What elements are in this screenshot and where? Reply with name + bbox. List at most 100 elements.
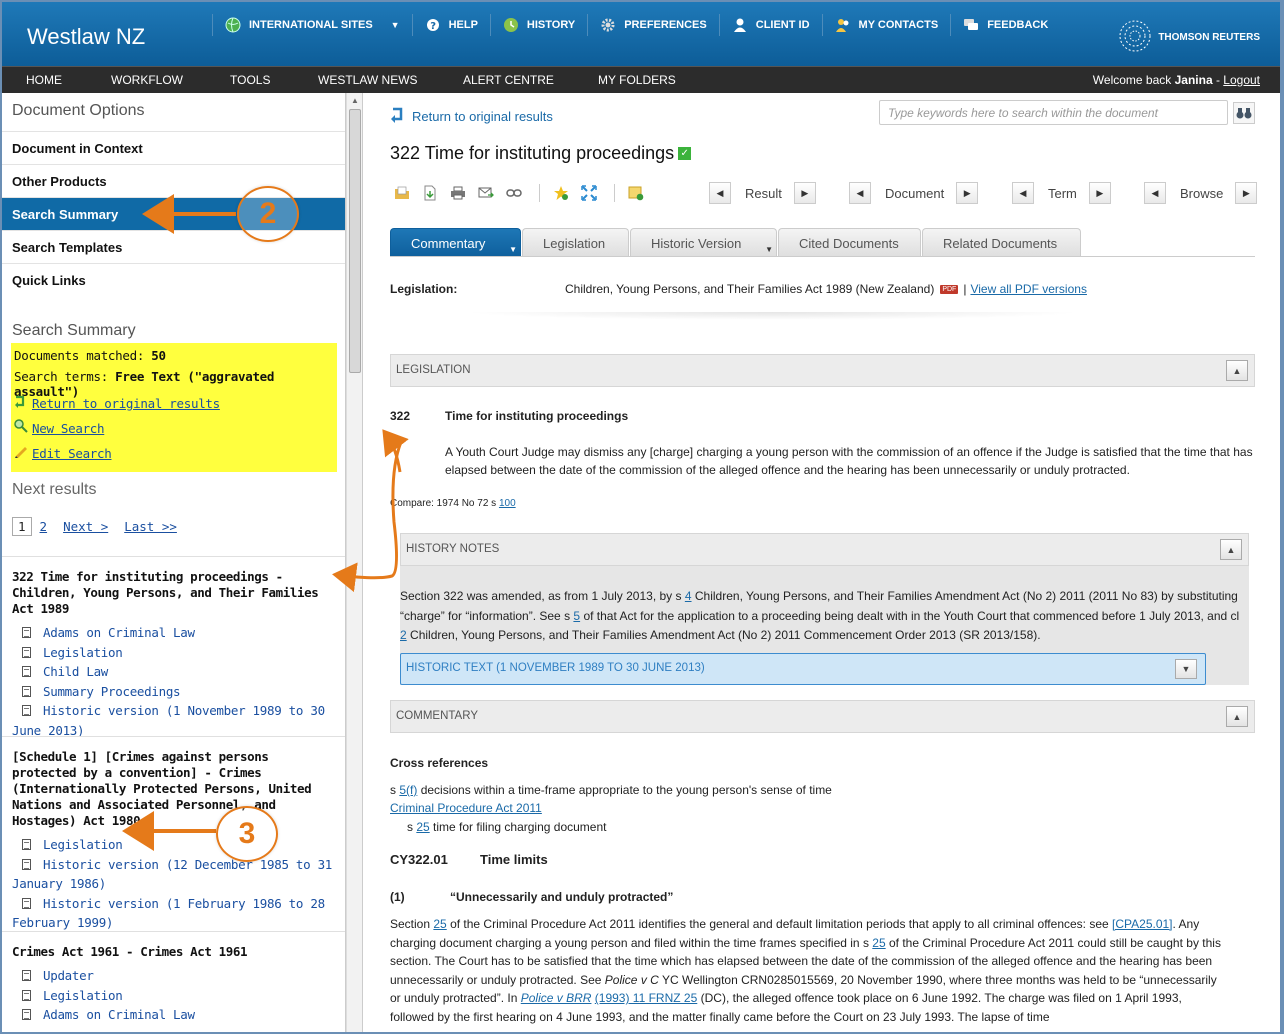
- chevron-down-icon[interactable]: ▼: [509, 245, 517, 254]
- new-search-link[interactable]: New Search: [32, 421, 105, 436]
- nav-history[interactable]: HISTORY: [489, 14, 587, 36]
- tab-related-documents[interactable]: Related Documents: [922, 228, 1081, 257]
- next-document-button[interactable]: ▶: [956, 182, 979, 204]
- result-title[interactable]: Crimes Act 1961 - Crimes Act 1961: [12, 944, 335, 960]
- cross-ref-link[interactable]: 5(f): [399, 783, 417, 797]
- citation-link[interactable]: (1993) 11 FRNZ 25: [595, 991, 698, 1005]
- result-item[interactable]: Updater: [12, 966, 335, 986]
- previous-browse-button[interactable]: ◀: [1144, 182, 1166, 204]
- para-link[interactable]: [CPA25.01]: [1112, 917, 1172, 931]
- tab-label: Historic Version: [651, 236, 742, 251]
- case-name: Police v C: [604, 972, 659, 987]
- nav-client-id[interactable]: CLIENT ID: [718, 14, 822, 36]
- result-item[interactable]: Historic version (12 December 1985 to 31…: [12, 855, 335, 894]
- star-add-icon[interactable]: [552, 184, 570, 202]
- menu-alert-centre[interactable]: ALERT CENTRE: [463, 73, 554, 87]
- sidebar-scrollbar[interactable]: ▲: [346, 93, 363, 1032]
- nav-my-contacts[interactable]: MY CONTACTS: [821, 14, 951, 36]
- note-add-icon[interactable]: [627, 184, 645, 202]
- menu-home[interactable]: HOME: [26, 73, 62, 87]
- nav-help[interactable]: ? HELP: [411, 14, 490, 36]
- last-page-link[interactable]: Last >>: [124, 519, 177, 534]
- result-group: 322 Time for instituting proceedings - C…: [2, 556, 345, 740]
- next-browse-button[interactable]: ▶: [1235, 182, 1258, 204]
- collapse-toggle[interactable]: ▲: [1226, 360, 1248, 381]
- result-item-label: Legislation: [43, 644, 123, 660]
- scrollbar-thumb[interactable]: [349, 109, 361, 373]
- menu-tools[interactable]: TOOLS: [230, 73, 270, 87]
- criminal-procedure-act-link[interactable]: Criminal Procedure Act 2011: [390, 801, 542, 815]
- previous-result-button[interactable]: ◀: [709, 182, 731, 204]
- menu-my-folders[interactable]: MY FOLDERS: [598, 73, 676, 87]
- nav-feedback[interactable]: FEEDBACK: [950, 14, 1060, 36]
- result-item[interactable]: Child Law: [12, 662, 335, 682]
- history-link[interactable]: 5: [573, 609, 580, 623]
- history-notes-bar[interactable]: HISTORY NOTES ▲: [400, 533, 1249, 566]
- collapse-toggle[interactable]: ▲: [1226, 706, 1248, 727]
- annotation-badge-2: 2: [237, 186, 299, 242]
- previous-term-button[interactable]: ◀: [1012, 182, 1034, 204]
- para-link[interactable]: 25: [872, 936, 885, 950]
- para-link[interactable]: 25: [433, 917, 446, 931]
- tab-historic-version[interactable]: Historic Version ▼: [630, 228, 777, 257]
- history-link[interactable]: 2: [400, 628, 407, 642]
- document-search-input[interactable]: Type keywords here to search within the …: [879, 100, 1228, 125]
- legislation-section-bar[interactable]: LEGISLATION ▲: [390, 354, 1255, 387]
- download-icon[interactable]: [421, 184, 439, 202]
- scroll-up-icon[interactable]: ▲: [351, 96, 359, 105]
- option-document-in-context[interactable]: Document in Context: [2, 131, 345, 164]
- tab-cited-documents[interactable]: Cited Documents: [778, 228, 921, 257]
- result-title[interactable]: 322 Time for instituting proceedings - C…: [12, 569, 335, 617]
- document-icon: [22, 685, 31, 697]
- chevron-down-icon[interactable]: ▼: [765, 245, 773, 254]
- expand-icon[interactable]: [580, 184, 598, 202]
- view-all-pdf-versions-link[interactable]: View all PDF versions: [970, 282, 1086, 296]
- subsection-number: (1): [390, 890, 405, 904]
- next-page-link[interactable]: Next >: [63, 519, 108, 534]
- option-search-templates[interactable]: Search Templates: [2, 230, 345, 263]
- result-item[interactable]: Legislation: [12, 643, 335, 663]
- menu-westlaw-news[interactable]: WESTLAW NEWS: [318, 73, 418, 87]
- page-2-link[interactable]: 2: [40, 519, 48, 534]
- result-title[interactable]: [Schedule 1] [Crimes against persons pro…: [12, 749, 335, 829]
- chevron-down-icon[interactable]: ▼: [391, 20, 400, 30]
- result-item[interactable]: Legislation: [12, 835, 335, 855]
- print-icon[interactable]: [449, 184, 467, 202]
- result-item[interactable]: Adams on Criminal Law: [12, 1005, 335, 1025]
- next-term-button[interactable]: ▶: [1088, 182, 1111, 204]
- cross-ref-link[interactable]: 25: [416, 820, 429, 834]
- nav-preferences[interactable]: PREFERENCES: [587, 14, 719, 36]
- result-item[interactable]: Summary Proceedings: [12, 682, 335, 702]
- expand-toggle[interactable]: ▼: [1175, 659, 1197, 679]
- result-item[interactable]: Historic version (1 February 1986 to 28 …: [12, 894, 335, 933]
- tab-commentary[interactable]: Commentary ▼: [390, 228, 521, 257]
- option-other-products[interactable]: Other Products: [2, 164, 345, 197]
- binoculars-search-button[interactable]: [1233, 102, 1255, 124]
- folder-icon[interactable]: [393, 184, 411, 202]
- return-to-results[interactable]: Return to original results: [390, 106, 553, 127]
- result-item[interactable]: Legislation: [12, 986, 335, 1006]
- previous-document-button[interactable]: ◀: [849, 182, 871, 204]
- result-item[interactable]: Adams on Criminal Law: [12, 623, 335, 643]
- menu-workflow[interactable]: WORKFLOW: [111, 73, 183, 87]
- case-link[interactable]: Police v BRR: [521, 991, 592, 1005]
- pdf-icon[interactable]: PDF: [940, 284, 959, 294]
- status-check-icon: ✓: [678, 147, 692, 160]
- brand-logo[interactable]: Westlaw NZ: [27, 24, 145, 50]
- edit-search-link[interactable]: Edit Search: [32, 446, 112, 461]
- commentary-section-bar[interactable]: COMMENTARY ▲: [390, 700, 1255, 733]
- compare-link[interactable]: 100: [499, 498, 516, 509]
- tab-legislation[interactable]: Legislation: [522, 228, 629, 257]
- nav-international-sites[interactable]: INTERNATIONAL SITES ▼: [212, 14, 412, 36]
- return-to-original-results-link[interactable]: Return to original results: [32, 396, 220, 411]
- collapse-toggle[interactable]: ▲: [1220, 539, 1242, 560]
- link-icon[interactable]: [505, 184, 523, 202]
- result-item[interactable]: Historic version (1 November 1989 to 30 …: [12, 701, 335, 740]
- history-link[interactable]: 4: [685, 589, 692, 603]
- next-result-button[interactable]: ▶: [793, 182, 816, 204]
- email-icon[interactable]: [477, 184, 495, 202]
- return-link-label: Return to original results: [412, 109, 553, 124]
- option-quick-links[interactable]: Quick Links: [2, 263, 345, 296]
- logout-link[interactable]: Logout: [1223, 73, 1260, 87]
- historic-text-bar[interactable]: HISTORIC TEXT (1 NOVEMBER 1989 TO 30 JUN…: [400, 653, 1206, 685]
